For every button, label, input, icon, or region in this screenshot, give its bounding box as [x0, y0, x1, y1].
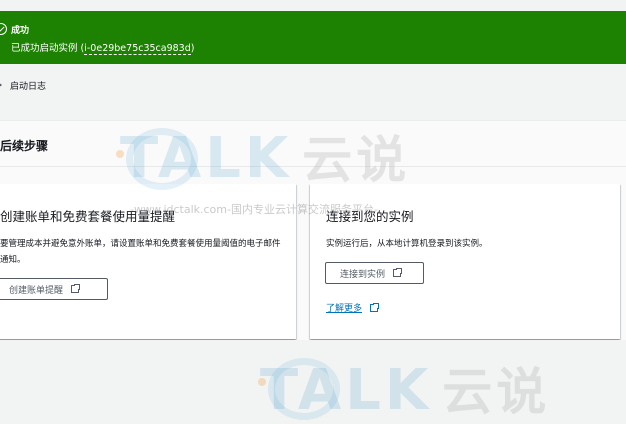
- caret-right-icon: [0, 82, 2, 88]
- button-label: 连接到实例: [340, 269, 386, 280]
- flash-message: 已成功启动实例 (i-0e29be75c35ca983d): [11, 40, 195, 55]
- flash-message-suffix: ): [190, 43, 195, 54]
- card-description: 实例运行后，从本地计算机登录到该实例。: [326, 239, 488, 249]
- external-link-icon: [393, 267, 404, 277]
- instance-id-link[interactable]: i-0e29be75c35ca983d: [84, 43, 191, 55]
- next-steps-header: 后续步骤: [0, 121, 626, 167]
- success-check-icon: [0, 23, 7, 35]
- create-billing-alert-button[interactable]: 创建账单提醒: [0, 278, 108, 300]
- connect-to-instance-button[interactable]: 连接到实例: [325, 262, 424, 284]
- watermark-dot: [116, 150, 124, 158]
- external-link-icon: [370, 301, 381, 312]
- launch-log-label: 启动日志: [10, 82, 47, 92]
- learn-more-label: 了解更多: [326, 304, 363, 314]
- learn-more-link[interactable]: 了解更多: [326, 301, 381, 314]
- flash-title: 成功: [11, 26, 30, 36]
- success-flashbar: 成功 已成功启动实例 (i-0e29be75c35ca983d): [0, 11, 626, 64]
- watermark-dot: [258, 378, 266, 386]
- next-steps-title: 后续步骤: [0, 139, 49, 153]
- flash-message-prefix: 已成功启动实例 (: [11, 43, 85, 54]
- external-link-icon: [71, 283, 82, 293]
- card-description: 要管理成本并避免意外账单，请设置账单和免费套餐使用量阈值的电子邮件通知。: [0, 239, 281, 265]
- page-bottom: [0, 340, 626, 386]
- top-strip: [0, 0, 626, 11]
- button-label: 创建账单提醒: [9, 285, 64, 296]
- watermark-tagline: -www.idctalk.com-国内专业云计算交流服务平台-: [130, 203, 378, 216]
